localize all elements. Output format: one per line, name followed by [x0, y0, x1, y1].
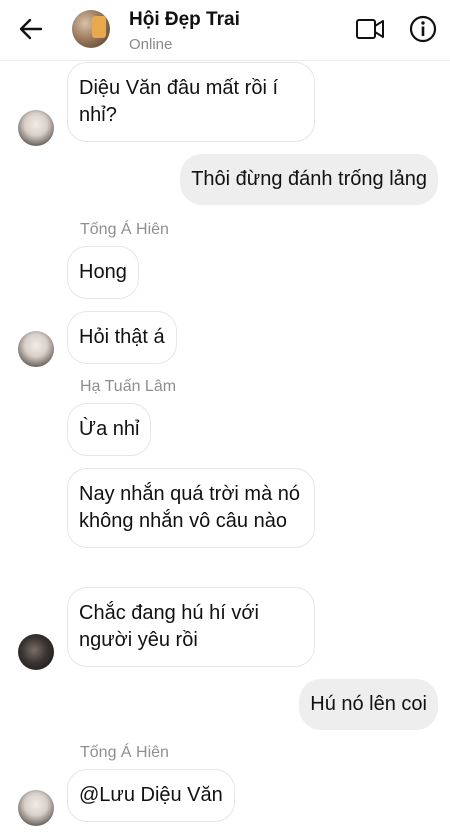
info-icon[interactable]: [408, 14, 438, 44]
avatar[interactable]: [18, 110, 54, 146]
message-bubble[interactable]: Thôi đừng đánh trống lảng: [180, 154, 438, 205]
message-bubble[interactable]: Diệu Văn đâu mất rồi í nhỉ?: [67, 62, 315, 142]
sender-name: Tống Á Hiên: [80, 744, 169, 761]
avatar[interactable]: [18, 331, 54, 367]
message-bubble[interactable]: Hong: [67, 246, 139, 299]
message-bubble[interactable]: Ừa nhỉ: [67, 403, 152, 456]
message-bubble[interactable]: Chắc đang hú hí với người yêu rồi: [67, 587, 315, 667]
video-call-icon[interactable]: [355, 16, 385, 42]
avatar[interactable]: [18, 790, 54, 826]
sender-name: Hạ Tuấn Lâm: [80, 378, 177, 395]
back-arrow-icon[interactable]: [17, 15, 45, 43]
chat-title[interactable]: Hội Đẹp Trai: [129, 9, 240, 31]
online-status: Online: [129, 36, 173, 53]
message-bubble[interactable]: Hú nó lên coi: [299, 679, 438, 730]
sender-name: Tống Á Hiên: [80, 221, 169, 238]
message-bubble[interactable]: Hỏi thật á: [67, 311, 177, 364]
message-bubble[interactable]: Nay nhắn quá trời mà nó không nhắn vô câ…: [67, 468, 315, 548]
chat-header: Hội Đẹp Trai Online: [0, 0, 450, 61]
message-bubble[interactable]: @Lưu Diệu Văn: [67, 769, 235, 822]
avatar[interactable]: [18, 634, 54, 670]
group-avatar[interactable]: [72, 10, 110, 48]
